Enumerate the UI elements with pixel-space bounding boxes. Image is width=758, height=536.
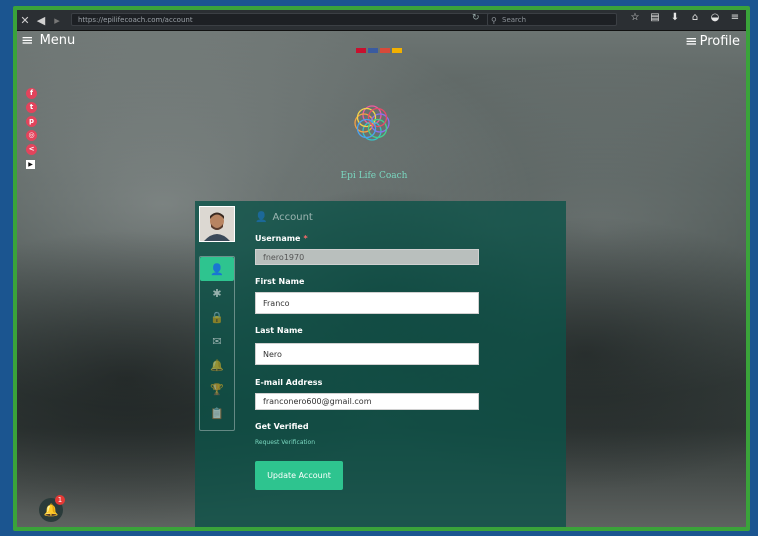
last-name-label: Last Name <box>255 326 303 335</box>
close-icon[interactable]: ✕ <box>17 14 33 27</box>
trophy-icon: 🏆 <box>210 382 224 396</box>
account-page: ≡ Menu ≡ Profile f t p ◎ < ▶ Epi Life Co… <box>17 31 746 527</box>
instagram-icon[interactable]: ◎ <box>26 130 37 141</box>
hamburger-icon: ≡ <box>685 32 698 50</box>
flag-icon-it[interactable] <box>380 48 390 53</box>
get-verified-label: Get Verified <box>255 422 309 431</box>
url-text: https://epilifecoach.com/account <box>78 16 193 24</box>
tab-achievements[interactable]: 🏆 <box>200 377 234 401</box>
collapse-arrow-icon[interactable]: ▶ <box>26 160 35 169</box>
reader-icon[interactable]: ▤ <box>648 12 662 23</box>
account-panel: 👤 ✱ 🔒 ✉ 🔔 🏆 📋 👤 Account Username* First <box>195 201 566 527</box>
tab-reports[interactable]: 📋 <box>200 401 234 425</box>
gear-icon: ✱ <box>212 286 222 300</box>
flag-icon-fr[interactable] <box>368 48 378 53</box>
twitter-icon[interactable]: t <box>26 102 37 113</box>
pocket-icon[interactable]: ◒ <box>708 12 722 23</box>
download-icon[interactable]: ⬇ <box>668 12 682 23</box>
update-account-button[interactable]: Update Account <box>255 461 343 490</box>
menu-label: Menu <box>39 32 76 48</box>
bell-icon: 🔔 <box>210 358 224 372</box>
home-icon[interactable]: ⌂ <box>688 12 702 23</box>
facebook-icon[interactable]: f <box>26 88 37 99</box>
tab-settings[interactable]: ✱ <box>200 281 234 305</box>
back-icon[interactable]: ◀ <box>33 14 49 27</box>
forward-icon[interactable]: ▸ <box>49 14 65 27</box>
browser-search-input[interactable]: ⚲ Search <box>487 13 617 26</box>
email-label: E-mail Address <box>255 378 323 387</box>
brand-logo <box>354 105 390 141</box>
toolbar-actions: ☆ ▤ ⬇ ⌂ ◒ ≡ <box>628 12 742 23</box>
required-marker: * <box>303 234 308 243</box>
flag-icon-en[interactable] <box>356 48 366 53</box>
tab-messages[interactable]: ✉ <box>200 329 234 353</box>
brand-name: Epi Life Coach <box>340 171 408 181</box>
user-photo <box>200 207 234 241</box>
account-heading-label: Account <box>272 212 313 223</box>
lock-icon: 🔒 <box>210 310 224 324</box>
user-icon: 👤 <box>255 212 268 223</box>
screenshot-frame: ✕ ◀ ▸ https://epilifecoach.com/account ↻… <box>13 6 750 531</box>
email-field[interactable] <box>255 393 479 410</box>
last-name-field[interactable] <box>255 343 479 365</box>
bookmark-star-icon[interactable]: ☆ <box>628 12 642 23</box>
bell-icon: 🔔 <box>43 503 59 517</box>
first-name-label: First Name <box>255 277 305 286</box>
reload-icon[interactable]: ↻ <box>472 13 480 23</box>
profile-label: Profile <box>699 33 740 49</box>
avatar[interactable] <box>199 206 235 242</box>
browser-toolbar: ✕ ◀ ▸ https://epilifecoach.com/account ↻… <box>17 10 746 31</box>
address-bar[interactable]: https://epilifecoach.com/account <box>71 13 521 26</box>
account-tabs: 👤 ✱ 🔒 ✉ 🔔 🏆 📋 <box>199 256 235 431</box>
flag-icon-es[interactable] <box>392 48 402 53</box>
clipboard-icon: 📋 <box>210 406 224 420</box>
username-label-text: Username <box>255 234 301 243</box>
pinterest-icon[interactable]: p <box>26 116 37 127</box>
language-flags <box>356 48 402 53</box>
username-field[interactable] <box>255 249 479 265</box>
username-label: Username * <box>255 234 308 243</box>
account-heading: 👤 Account <box>255 212 313 223</box>
search-icon: ⚲ <box>491 16 497 25</box>
first-name-field[interactable] <box>255 292 479 314</box>
profile-button[interactable]: ≡ Profile <box>685 32 740 50</box>
notification-count-badge: 1 <box>55 495 65 505</box>
tab-profile[interactable]: 👤 <box>200 257 234 281</box>
hamburger-icon: ≡ <box>21 31 34 49</box>
hamburger-menu-icon[interactable]: ≡ <box>728 12 742 23</box>
browser-window: ✕ ◀ ▸ https://epilifecoach.com/account ↻… <box>17 10 746 527</box>
request-verification-link[interactable]: Request Verification <box>255 439 315 446</box>
menu-button[interactable]: ≡ Menu <box>21 31 75 49</box>
tab-notifications[interactable]: 🔔 <box>200 353 234 377</box>
social-sidebar: f t p ◎ < ▶ <box>26 88 37 169</box>
envelope-icon: ✉ <box>212 334 222 348</box>
search-placeholder: Search <box>502 16 527 24</box>
user-icon: 👤 <box>210 262 224 276</box>
tab-password[interactable]: 🔒 <box>200 305 234 329</box>
share-icon[interactable]: < <box>26 144 37 155</box>
